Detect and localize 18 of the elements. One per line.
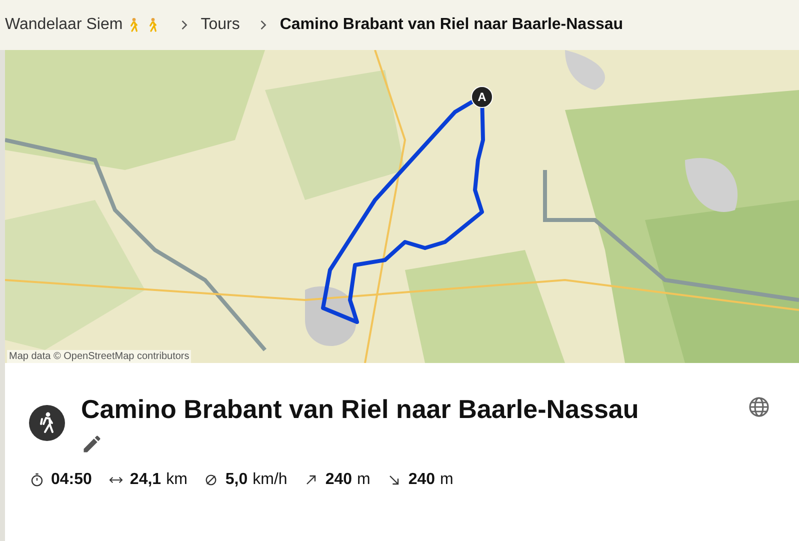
breadcrumb-link[interactable]: Wandelaar Siem	[5, 16, 123, 34]
tour-title: Camino Brabant van Riel naar Baarle-Nassau	[81, 394, 640, 425]
hiking-icon	[29, 405, 65, 441]
stat-unit: m	[440, 471, 454, 489]
stat-value: 24,1	[130, 471, 162, 489]
edit-icon[interactable]	[81, 433, 103, 455]
breadcrumb-link[interactable]: Tours	[200, 16, 240, 34]
stat-value: 240	[408, 471, 436, 489]
stopwatch-icon	[29, 472, 45, 488]
stat-unit: km	[166, 471, 188, 489]
map-attribution: Map data © OpenStreetMap contributors	[7, 350, 192, 363]
globe-icon[interactable]	[747, 395, 771, 419]
stat-unit: km/h	[252, 471, 288, 489]
stat-unit: m	[357, 471, 370, 489]
stat-value: 5,0	[225, 471, 248, 489]
breadcrumb-link[interactable]: Camino Brabant van Riel naar Baarle-Nassau	[280, 16, 624, 34]
stat-value: 04:50	[51, 471, 92, 489]
stat-value: 240	[325, 471, 352, 489]
